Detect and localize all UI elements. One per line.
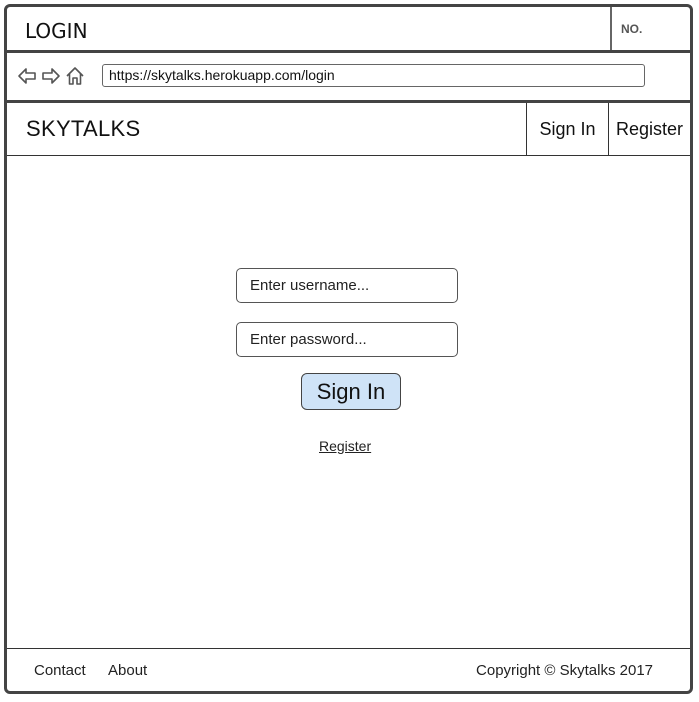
forward-arrow-icon[interactable] bbox=[41, 66, 61, 86]
nav-icons bbox=[17, 66, 85, 86]
back-arrow-icon[interactable] bbox=[17, 66, 37, 86]
number-box: NO. bbox=[610, 7, 690, 50]
site-header: SKYTALKS Sign In Register bbox=[7, 103, 690, 156]
header-sign-in-button[interactable]: Sign In bbox=[526, 103, 608, 155]
register-link[interactable]: Register bbox=[319, 438, 371, 454]
url-field[interactable]: https://skytalks.herokuapp.com/login bbox=[102, 64, 645, 87]
sign-in-button[interactable]: Sign In bbox=[301, 373, 401, 410]
footer-copyright: Copyright © Skytalks 2017 bbox=[476, 662, 653, 679]
site-brand: SKYTALKS bbox=[26, 116, 141, 141]
header-register-button[interactable]: Register bbox=[608, 103, 690, 155]
browser-window: LOGIN NO. https://skytalks.herokuapp.com… bbox=[4, 4, 693, 694]
footer-about-link[interactable]: About bbox=[108, 662, 147, 679]
title-bar: LOGIN NO. bbox=[7, 7, 690, 53]
username-input[interactable]: Enter username... bbox=[236, 268, 458, 303]
home-icon[interactable] bbox=[65, 66, 85, 86]
password-input[interactable]: Enter password... bbox=[236, 322, 458, 357]
address-bar: https://skytalks.herokuapp.com/login bbox=[7, 53, 690, 103]
footer-contact-link[interactable]: Contact bbox=[34, 662, 86, 679]
number-label: NO. bbox=[621, 22, 643, 36]
footer: Contact About Copyright © Skytalks 2017 bbox=[7, 648, 690, 691]
window-title: LOGIN bbox=[25, 19, 88, 43]
